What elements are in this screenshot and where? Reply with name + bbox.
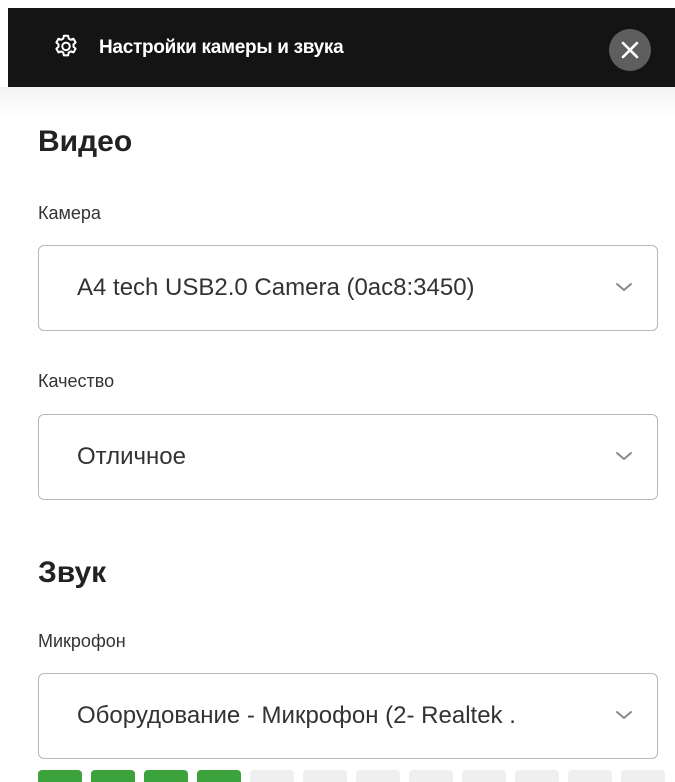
camera-select-value: A4 tech USB2.0 Camera (0ac8:3450) <box>77 274 475 301</box>
level-meter-segment <box>38 770 82 782</box>
level-meter-segment <box>409 770 453 782</box>
microphone-level-meter <box>38 770 675 782</box>
close-button[interactable] <box>609 29 651 71</box>
gear-icon <box>51 32 81 62</box>
microphone-label: Микрофон <box>38 631 126 651</box>
level-meter-segment <box>91 770 135 782</box>
camera-label: Камера <box>38 203 101 223</box>
audio-section-heading: Звук <box>38 556 107 589</box>
camera-select[interactable]: A4 tech USB2.0 Camera (0ac8:3450) <box>38 245 658 331</box>
level-meter-segment <box>250 770 294 782</box>
level-meter-segment <box>197 770 241 782</box>
header-shadow <box>0 87 675 117</box>
level-meter-segment <box>568 770 612 782</box>
microphone-select-value: Оборудование - Микрофон (2- Realtek . <box>77 702 516 729</box>
level-meter-segment <box>303 770 347 782</box>
chevron-down-icon <box>616 283 632 291</box>
quality-label: Качество <box>38 371 115 391</box>
quality-select-value: Отличное <box>77 443 186 470</box>
panel-header: Настройки камеры и звука <box>8 8 675 87</box>
chevron-down-icon <box>616 452 632 460</box>
panel-title: Настройки камеры и звука <box>99 37 344 58</box>
quality-select[interactable]: Отличное <box>38 414 658 500</box>
level-meter-segment <box>462 770 506 782</box>
level-meter-segment <box>144 770 188 782</box>
chevron-down-icon <box>616 711 632 719</box>
level-meter-segment <box>356 770 400 782</box>
level-meter-segment <box>621 770 665 782</box>
microphone-select[interactable]: Оборудование - Микрофон (2- Realtek . <box>38 673 658 759</box>
level-meter-segment <box>515 770 559 782</box>
camera-sound-settings-panel: Настройки камеры и звука Видео Камера A4… <box>0 0 675 782</box>
close-icon <box>621 41 639 59</box>
video-section-heading: Видео <box>38 125 133 158</box>
